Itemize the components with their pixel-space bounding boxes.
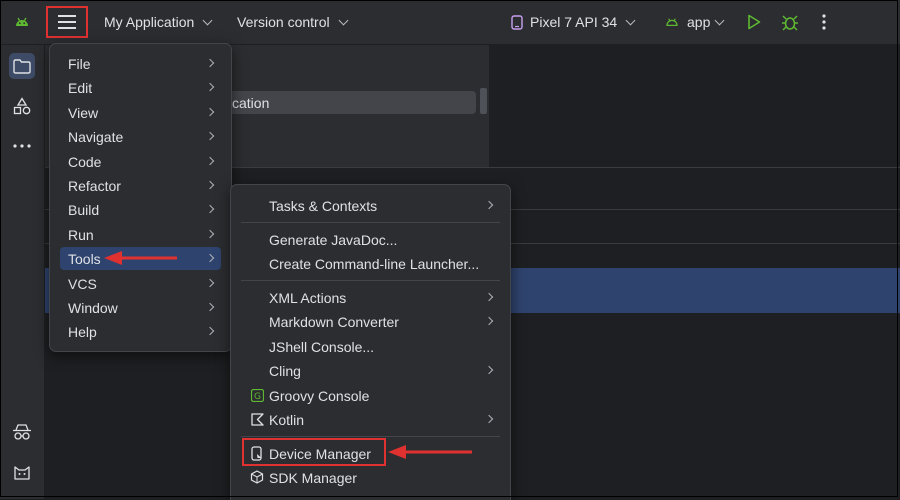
- window-frame: [0, 0, 898, 497]
